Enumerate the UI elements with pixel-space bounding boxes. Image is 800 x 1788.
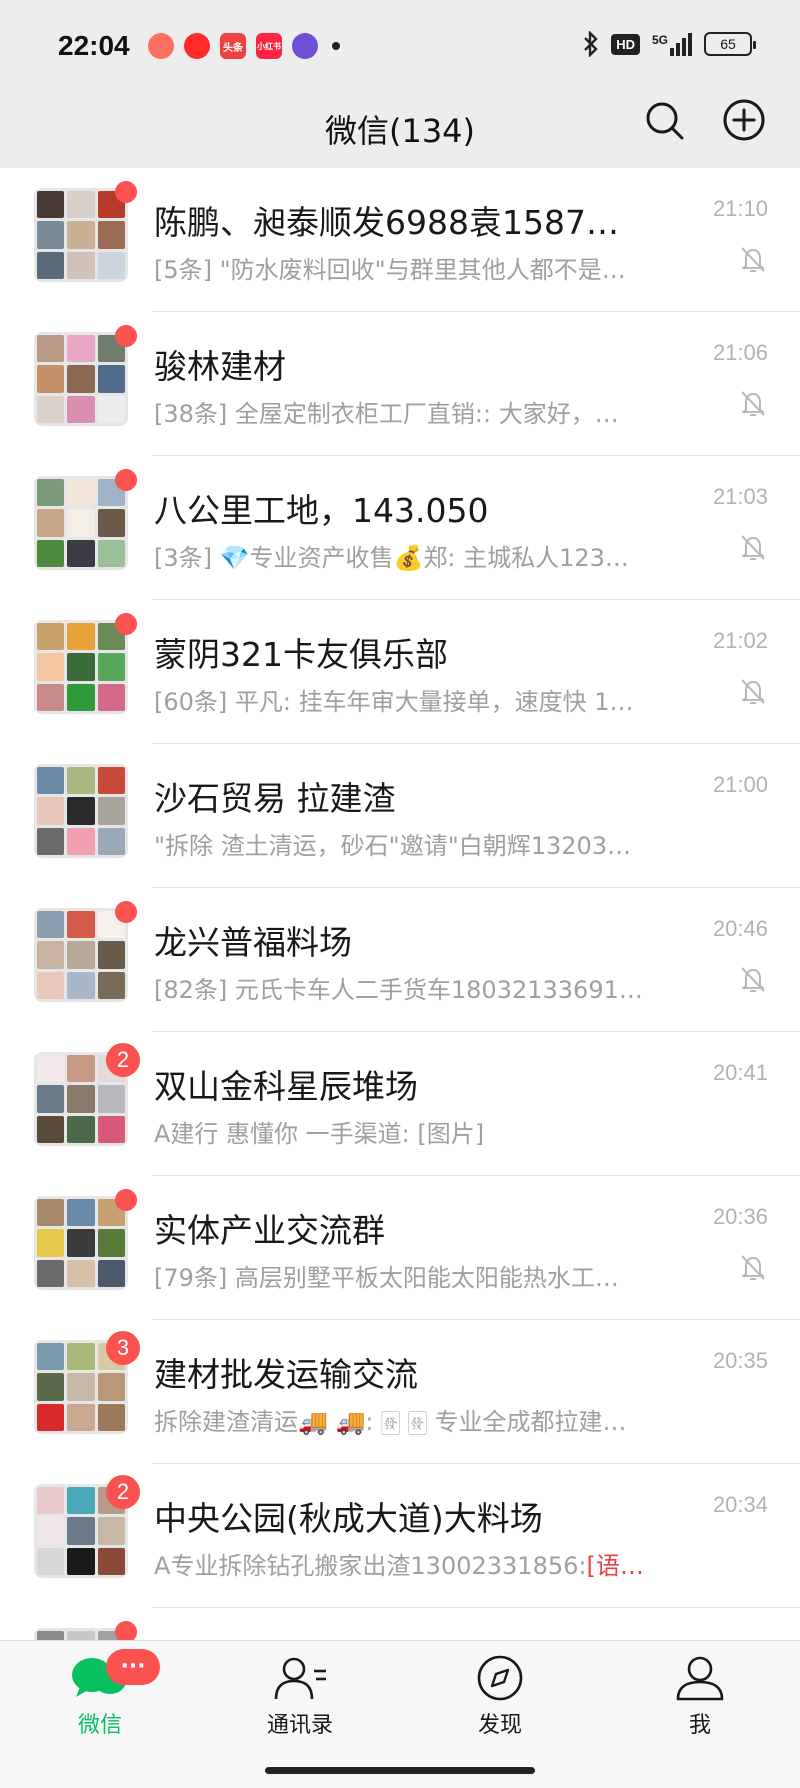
signal-icon: 5G (652, 32, 692, 56)
mute-bell-icon (741, 679, 765, 704)
chat-preview: [79条] 高层别墅平板太阳能太阳能热水工… (154, 1264, 619, 1292)
search-icon[interactable] (644, 100, 684, 140)
more-notifications-dot (332, 42, 340, 50)
unread-count-badge: 3 (106, 1331, 140, 1365)
chat-row[interactable]: 陈鹏、昶泰顺发6988袁15871… [5条] "防水废料回收"与群里其他人都不是… (0, 168, 800, 312)
daily-app-icon (148, 33, 174, 59)
chat-row[interactable]: 实体产业交流群 [79条] 高层别墅平板太阳能太阳能热水工… 20:36 (0, 1176, 800, 1320)
tab-me[interactable]: 我 (640, 1655, 760, 1739)
chat-time: 21:10 (712, 196, 768, 221)
chat-preview: [38条] 全屋定制衣柜工厂直销:: 大家好，… (154, 400, 619, 428)
chat-time: 20:34 (712, 1492, 768, 1517)
chat-preview: [3条] 💎专业资产收售💰郑: 主城私人123… (154, 544, 629, 572)
group-avatar[interactable] (34, 908, 128, 1002)
mute-bell-icon (741, 967, 765, 992)
chat-preview-text: A专业拆除钻孔搬家出渣13002331856: (154, 1552, 587, 1580)
contacts-icon (274, 1657, 326, 1700)
tab-bar: ··· 微信 通讯录 发现 我 (0, 1640, 800, 1788)
chat-row[interactable]: 2 中央公园(秋成大道)大料场 A专业拆除钻孔搬家出渣13002331856:[语…… (0, 1464, 800, 1608)
chat-time: 21:00 (712, 772, 768, 797)
plus-circle-icon[interactable] (722, 98, 766, 142)
chat-time: 21:06 (712, 340, 768, 365)
chat-time: 20:46 (712, 916, 768, 941)
bluetooth-icon (584, 31, 598, 57)
status-time: 22:04 (58, 30, 130, 61)
tab-contacts[interactable]: 通讯录 (240, 1655, 360, 1739)
mute-bell-icon (741, 391, 765, 416)
group-avatar[interactable] (34, 188, 128, 282)
chat-name: 八公里工地，143.050 (154, 491, 489, 530)
xiaohongshu-app-icon: 小红书 (256, 33, 282, 59)
chat-preview: [60条] 平凡: 挂车年审大量接单，速度快 1… (154, 688, 634, 716)
toutiao-app-icon: 头条 (220, 33, 246, 59)
hd-icon: HD (611, 33, 640, 55)
tab-discover[interactable]: 发现 (440, 1655, 560, 1739)
chat-preview: A建行 惠懂你 一手渠道: [图片] (154, 1120, 485, 1148)
video-app-icon (184, 33, 210, 59)
chat-name: 实体产业交流群 (154, 1211, 385, 1250)
tab-chats[interactable]: ··· 微信 (40, 1649, 160, 1739)
chat-name: 骏林建材 (154, 347, 286, 386)
chat-name: 蒙阴321卡友俱乐部 (154, 635, 448, 674)
nav-header: 微信(134) (0, 96, 800, 168)
mute-bell-icon (741, 1255, 765, 1280)
mute-bell-icon (741, 535, 765, 560)
mute-bell-icon (741, 247, 765, 272)
person-icon (676, 1656, 724, 1701)
unread-count-badge: 2 (106, 1043, 140, 1077)
group-avatar[interactable] (34, 476, 128, 570)
unread-dot (115, 901, 137, 923)
unread-count-badge: 2 (106, 1475, 140, 1509)
status-right: HD 5G 65 (583, 31, 756, 57)
chat-row[interactable]: 3 建材批发运输交流拆除建渣清运🚚 🚚: 🀅 🀅 专业全成都拉建… 20:35 (0, 1320, 800, 1464)
chat-row[interactable]: 沙石贸易 拉建渣 "拆除 渣土清运，砂石"邀请"白朝辉13203… 21:00 (0, 744, 800, 888)
chat-preview: "拆除 渣土清运，砂石"邀请"白朝辉13203… (154, 832, 632, 860)
chat-name: 中央公园(秋成大道)大料场 (154, 1499, 543, 1538)
unread-dot (115, 1189, 137, 1211)
group-avatar[interactable] (34, 620, 128, 714)
chat-time: 20:41 (712, 1060, 768, 1085)
group-avatar[interactable] (34, 1628, 128, 1640)
chat-list[interactable]: 陈鹏、昶泰顺发6988袁15871… [5条] "防水废料回收"与群里其他人都不是… (0, 168, 800, 1640)
chat-name: 龙兴普福料场 (154, 923, 352, 962)
purple-app-icon (292, 33, 318, 59)
chat-preview: A专业拆除钻孔搬家出渣13002331856:[语… (154, 1546, 644, 1581)
unread-dot (115, 1621, 137, 1640)
tab-discover-label: 发现 (477, 1713, 522, 1738)
chat-preview-voice-tag: [语… (586, 1552, 644, 1580)
tab-chats-badge: ··· (106, 1649, 160, 1685)
unread-dot (115, 613, 137, 635)
tab-chats-label: 微信 (77, 1713, 122, 1738)
group-avatar[interactable] (34, 1196, 128, 1290)
group-avatar[interactable] (34, 764, 128, 858)
battery-icon: 65 (704, 32, 756, 56)
tab-contacts-label: 通讯录 (266, 1713, 333, 1738)
unread-dot (115, 469, 137, 491)
chat-row[interactable]: 骏林建材[38条] 全屋定制衣柜工厂直销:: 大家好，… 21:06 (0, 312, 800, 456)
chat-time: 20:35 (712, 1348, 768, 1373)
chat-name: 陈鹏、昶泰顺发6988袁15871… (154, 203, 624, 242)
chat-row[interactable] (0, 1608, 800, 1640)
tab-me-label: 我 (688, 1713, 711, 1738)
home-indicator[interactable] (265, 1767, 535, 1774)
chat-row[interactable]: 2 双山金科星辰堆场 A建行 惠懂你 一手渠道: [图片] 20:41 (0, 1032, 800, 1176)
chat-row[interactable]: 龙兴普福料场 [82条] 元氏卡车人二手货车18032133691:… 20:46 (0, 888, 800, 1032)
chat-preview: [82条] 元氏卡车人二手货车18032133691:… (154, 976, 644, 1004)
compass-icon (477, 1655, 523, 1701)
chat-time: 20:36 (712, 1204, 768, 1229)
chat-preview: [5条] "防水废料回收"与群里其他人都不是… (154, 256, 626, 284)
status-app-icons: 头条 小红书 (148, 33, 340, 59)
unread-dot (115, 181, 137, 203)
chat-name: 沙石贸易 拉建渣 (154, 779, 396, 818)
chat-row[interactable]: 蒙阴321卡友俱乐部 [60条] 平凡: 挂车年审大量接单，速度快 1… 21:02 (0, 600, 800, 744)
group-avatar[interactable] (34, 332, 128, 426)
chat-name: 建材批发运输交流 (154, 1355, 418, 1394)
status-bar: 22:04 头条 小红书 HD 5G 65 (0, 0, 800, 96)
chat-time: 21:03 (712, 484, 768, 509)
chat-time: 21:02 (712, 628, 768, 653)
chat-name: 双山金科星辰堆场 (154, 1067, 418, 1106)
unread-dot (115, 325, 137, 347)
chat-preview: 拆除建渣清运🚚 🚚: 🀅 🀅 专业全成都拉建… (154, 1408, 627, 1436)
chat-row[interactable]: 八公里工地，143.050 [3条] 💎专业资产收售💰郑: 主城私人123… 21:… (0, 456, 800, 600)
